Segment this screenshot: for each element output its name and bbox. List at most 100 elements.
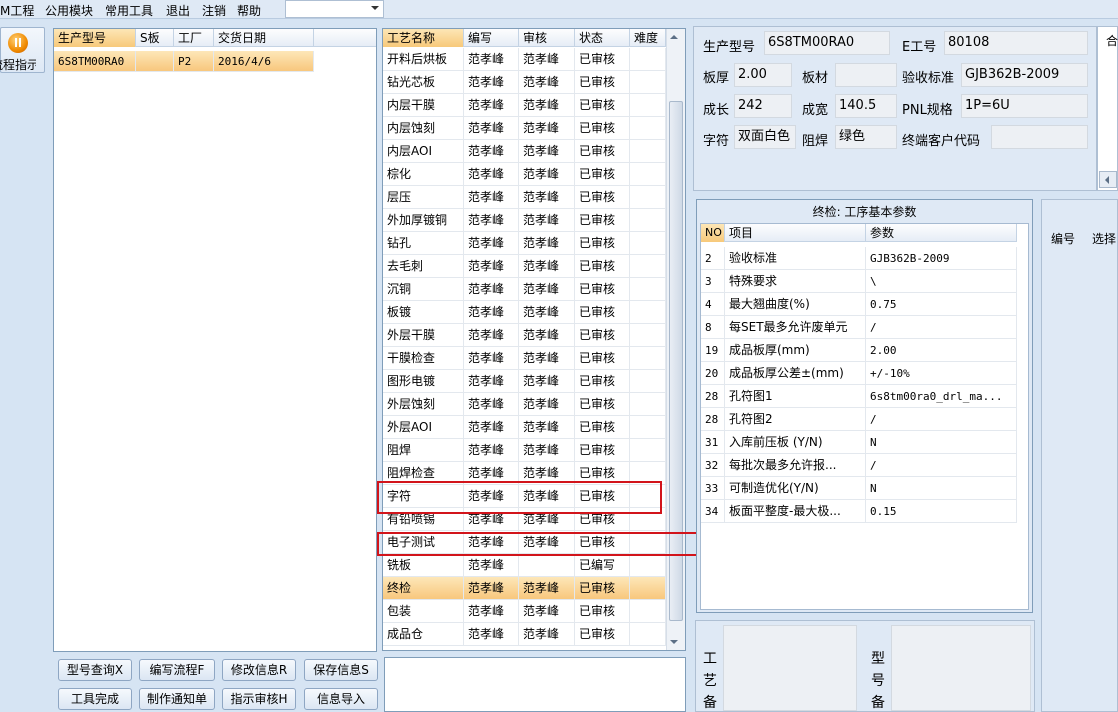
col-process-name[interactable]: 工艺名称	[383, 29, 464, 47]
menu-common-modules[interactable]: 公用模块	[45, 2, 93, 19]
table-row[interactable]: 内层干膜 范孝峰 范孝峰 已审核	[383, 94, 666, 117]
col-writer[interactable]: 编写	[464, 29, 519, 47]
col-s-board[interactable]: S板	[136, 29, 174, 47]
model-notes-field[interactable]	[891, 625, 1031, 711]
cell-process-name: 外层蚀刻	[383, 393, 464, 416]
col-item[interactable]: 项目	[725, 224, 866, 242]
cell-s-board	[136, 51, 174, 72]
table-row[interactable]: 成品仓 范孝峰 范孝峰 已审核	[383, 623, 666, 646]
table-row[interactable]: 外层AOI 范孝峰 范孝峰 已审核	[383, 416, 666, 439]
cell-difficulty	[630, 232, 666, 255]
table-row[interactable]: 钻孔 范孝峰 范孝峰 已审核	[383, 232, 666, 255]
col-delivery-date[interactable]: 交货日期	[214, 29, 314, 47]
table-row[interactable]: 阻焊 范孝峰 范孝峰 已审核	[383, 439, 666, 462]
table-row[interactable]: 层压 范孝峰 范孝峰 已审核	[383, 186, 666, 209]
col-status[interactable]: 状态	[575, 29, 630, 47]
import-info-button[interactable]: 信息导入	[304, 688, 378, 710]
params-title: 终检: 工序基本参数	[812, 205, 917, 219]
char-field[interactable]: 双面白色	[734, 125, 796, 149]
col-no[interactable]: NO	[701, 224, 725, 242]
col-number[interactable]: 编号	[1051, 230, 1075, 247]
table-row[interactable]: 外加厚镀铜 范孝峰 范孝峰 已审核	[383, 209, 666, 232]
menu-help[interactable]: 帮助	[237, 2, 261, 19]
table-row[interactable]: 棕化 范孝峰 范孝峰 已审核	[383, 163, 666, 186]
cell-param: GJB362B-2009	[866, 247, 1017, 270]
col-param[interactable]: 参数	[866, 224, 1017, 242]
material-field[interactable]	[835, 63, 897, 87]
acceptance-field[interactable]: GJB362B-2009	[961, 63, 1088, 87]
table-row[interactable]: 33 可制造优化(Y/N) N	[701, 477, 1017, 500]
cell-process-name: 外加厚镀铜	[383, 209, 464, 232]
table-row[interactable]: 28 孔符图2/	[701, 408, 1017, 431]
info-panel: 生产型号 6S8TM00RA0 E工号 80108 板厚 2.00 板材 验收标…	[693, 26, 1097, 191]
side-tab-label[interactable]: 合	[1106, 32, 1118, 49]
table-row[interactable]: 32 每批次最多允许报... /	[701, 454, 1017, 477]
menu-engineering[interactable]: M工程	[0, 2, 34, 19]
customer-code-field[interactable]	[991, 125, 1088, 149]
table-row[interactable]: 终检 范孝峰 范孝峰 已审核	[383, 577, 666, 600]
model-query-button[interactable]: 型号查询X	[58, 659, 132, 681]
table-row[interactable]: 8 每SET最多允许废单元 /	[701, 316, 1017, 339]
table-row[interactable]: 34 板面平整度-最大极... 0.15	[701, 500, 1017, 523]
menu-common-tools[interactable]: 常用工具	[105, 2, 153, 19]
menu-combo-select[interactable]	[285, 0, 384, 18]
cell-writer: 范孝峰	[464, 600, 519, 623]
table-row[interactable]: 包装 范孝峰 范孝峰 已审核	[383, 600, 666, 623]
make-notice-button[interactable]: 制作通知单	[139, 688, 215, 710]
cell-item: 板面平整度-最大极...	[725, 500, 866, 523]
pnl-field[interactable]: 1P=6U	[961, 94, 1088, 118]
cell-no: 28	[701, 408, 725, 431]
width-field[interactable]: 140.5	[835, 94, 897, 118]
cell-difficulty	[630, 278, 666, 301]
col-factory[interactable]: 工厂	[174, 29, 214, 47]
scroll-up-icon[interactable]	[670, 35, 678, 39]
table-row[interactable]: 去毛刺 范孝峰 范孝峰 已审核	[383, 255, 666, 278]
table-row[interactable]: 内层AOI 范孝峰 范孝峰 已审核	[383, 140, 666, 163]
scroll-down-icon[interactable]	[670, 640, 678, 644]
cell-status: 已审核	[575, 577, 630, 600]
table-row[interactable]: 3 特殊要求 \	[701, 270, 1017, 293]
table-row[interactable]: 20 成品板厚公差±(mm) +/-10%	[701, 362, 1017, 385]
table-row[interactable]: 开料后烘板 范孝峰 范孝峰 已审核	[383, 48, 666, 71]
thickness-field[interactable]: 2.00	[734, 63, 792, 87]
table-row[interactable]: 铣板 范孝峰 已编写	[383, 554, 666, 577]
col-select[interactable]: 选择	[1092, 230, 1116, 247]
table-row[interactable]: 干膜检查 范孝峰 范孝峰 已审核	[383, 347, 666, 370]
table-row[interactable]: 28 孔符图1 6s8tm00ra0_drl_ma...	[701, 385, 1017, 408]
cell-param: /	[866, 454, 1017, 477]
col-model[interactable]: 生产型号	[54, 29, 136, 47]
modify-info-button[interactable]: 修改信息R	[222, 659, 296, 681]
cell-writer: 范孝峰	[464, 439, 519, 462]
table-row[interactable]: 6S8TM00RA0 P2 2016/4/6	[54, 51, 314, 72]
process-scrollbar[interactable]	[666, 29, 685, 650]
table-row[interactable]: 板镀 范孝峰 范孝峰 已审核	[383, 301, 666, 324]
col-reviewer[interactable]: 审核	[519, 29, 575, 47]
table-row[interactable]: 31 入库前压板 (Y/N) N	[701, 431, 1017, 454]
save-info-button[interactable]: 保存信息S	[304, 659, 378, 681]
col-difficulty[interactable]: 难度	[630, 29, 666, 47]
tool-complete-button[interactable]: 工具完成	[58, 688, 132, 710]
mask-field[interactable]: 绿色	[835, 125, 897, 149]
table-row[interactable]: 4 最大翘曲度(%) 0.75	[701, 293, 1017, 316]
eng-no-field[interactable]: 80108	[944, 31, 1088, 55]
table-row[interactable]: 19 成品板厚(mm) 2.00	[701, 339, 1017, 362]
model-field[interactable]: 6S8TM00RA0	[764, 31, 890, 55]
cell-status: 已审核	[575, 370, 630, 393]
cell-param: /	[866, 408, 1017, 431]
table-row[interactable]: 内层蚀刻 范孝峰 范孝峰 已审核	[383, 117, 666, 140]
process-notes-field[interactable]	[723, 625, 857, 711]
table-row[interactable]: 外层蚀刻 范孝峰 范孝峰 已审核	[383, 393, 666, 416]
table-row[interactable]: 外层干膜 范孝峰 范孝峰 已审核	[383, 324, 666, 347]
review-instruction-button[interactable]: 指示审核H	[222, 688, 296, 710]
length-field[interactable]: 242	[734, 94, 792, 118]
table-row[interactable]: 钻光芯板 范孝峰 范孝峰 已审核	[383, 71, 666, 94]
menu-logout[interactable]: 注销	[202, 2, 226, 19]
flow-instruction-button[interactable]: 流程指示	[0, 27, 45, 73]
table-row[interactable]: 图形电镀 范孝峰 范孝峰 已审核	[383, 370, 666, 393]
menu-exit[interactable]: 退出	[166, 2, 190, 19]
write-flow-button[interactable]: 编写流程F	[139, 659, 215, 681]
cell-param: N	[866, 431, 1017, 454]
table-row[interactable]: 2 验收标准 GJB362B-2009	[701, 247, 1017, 270]
table-row[interactable]: 沉铜 范孝峰 范孝峰 已审核	[383, 278, 666, 301]
scroll-left-button[interactable]	[1099, 171, 1117, 188]
